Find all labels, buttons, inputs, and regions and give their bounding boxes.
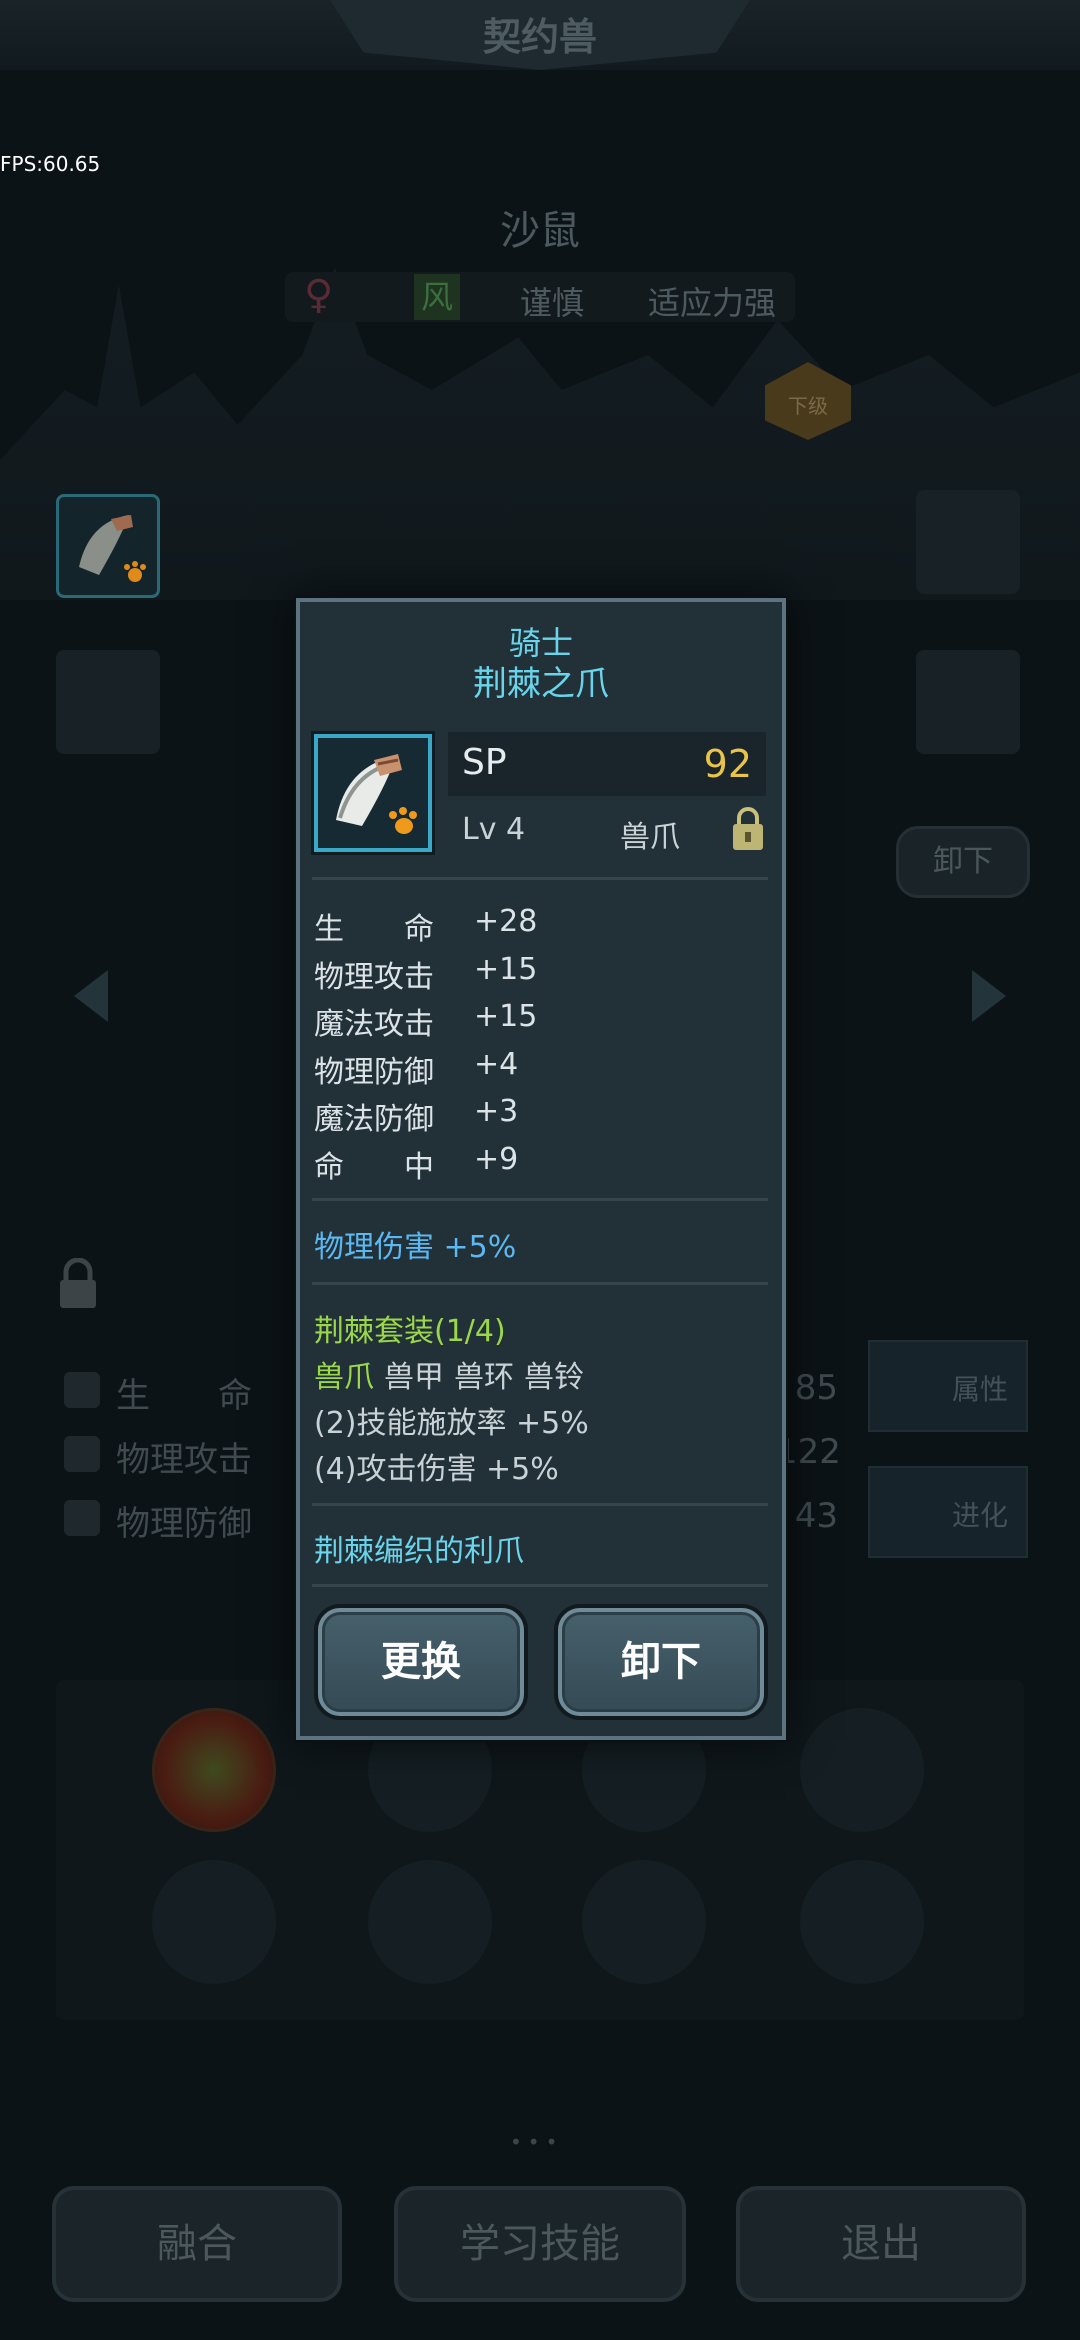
stat-value: +28 bbox=[474, 904, 538, 939]
exit-button[interactable]: 退出 bbox=[736, 2186, 1026, 2302]
attributes-label: 属性 bbox=[951, 1373, 1008, 1406]
stat-label: 物理防御 bbox=[116, 1504, 252, 1544]
defense-icon bbox=[64, 1500, 100, 1536]
divider bbox=[312, 1503, 768, 1506]
stat-label: 物理防御 bbox=[314, 1055, 434, 1090]
skill-slot-1[interactable] bbox=[152, 1708, 276, 1832]
lock-icon[interactable] bbox=[730, 804, 766, 852]
fuse-button[interactable]: 融合 bbox=[52, 2186, 342, 2302]
attributes-button[interactable]: 属性 bbox=[868, 1340, 1028, 1432]
set-piece: 兽铃 bbox=[524, 1360, 584, 1395]
stat-value: +4 bbox=[474, 1047, 519, 1082]
beast-name: 沙鼠 bbox=[500, 208, 580, 254]
page-title: 契约兽 bbox=[482, 15, 597, 59]
divider bbox=[312, 1198, 768, 1201]
evolve-button[interactable]: 进化 bbox=[868, 1466, 1028, 1558]
item-description: 荆棘编织的利爪 bbox=[314, 1534, 524, 1569]
skill-slot-5[interactable] bbox=[152, 1860, 276, 1984]
divider bbox=[312, 1584, 768, 1587]
skill-slot-8[interactable] bbox=[800, 1860, 924, 1984]
item-level: Lv 4 bbox=[462, 812, 526, 847]
set-effect: (2)技能施放率 +5% bbox=[314, 1406, 589, 1441]
divider bbox=[312, 877, 768, 880]
equip-slot-ring[interactable] bbox=[916, 490, 1020, 594]
female-icon: ♀ bbox=[304, 272, 334, 318]
equip-slot-armor[interactable] bbox=[56, 650, 160, 754]
divider bbox=[312, 1282, 768, 1285]
sp-label: SP bbox=[462, 742, 507, 783]
fps-counter: FPS:60.65 bbox=[0, 152, 101, 176]
set-title: 荆棘套装(1/4) bbox=[314, 1314, 506, 1349]
lock-icon bbox=[60, 1258, 96, 1308]
stat-label: 生 命 bbox=[116, 1376, 252, 1416]
stat-value: +15 bbox=[474, 952, 538, 987]
page-indicator: ••• bbox=[510, 2130, 564, 2154]
element-tag: 风 bbox=[414, 274, 460, 320]
skill-slot-7[interactable] bbox=[582, 1860, 706, 1984]
set-effect: (4)攻击伤害 +5% bbox=[314, 1452, 559, 1487]
replace-button[interactable]: 更换 bbox=[318, 1608, 524, 1716]
stat-label: 命 中 bbox=[314, 1150, 434, 1185]
item-name: 荆棘之爪 bbox=[473, 664, 609, 704]
stat-label: 物理攻击 bbox=[116, 1440, 252, 1480]
stat-label: 魔法攻击 bbox=[314, 1007, 434, 1042]
stat-value: +9 bbox=[474, 1142, 519, 1177]
sp-value: 92 bbox=[703, 742, 752, 786]
item-slot-type: 兽爪 bbox=[620, 820, 680, 855]
set-piece-owned: 兽爪 bbox=[314, 1360, 374, 1395]
beast-claw-icon bbox=[336, 754, 417, 834]
item-icon-frame bbox=[314, 734, 432, 852]
set-piece: 兽甲 bbox=[384, 1360, 444, 1395]
learn-skill-button[interactable]: 学习技能 bbox=[394, 2186, 686, 2302]
beast-claw-icon bbox=[79, 515, 146, 582]
unequip-all-button[interactable]: 卸下 bbox=[896, 826, 1030, 898]
stat-label: 物理攻击 bbox=[314, 960, 434, 995]
bonus-effect: 物理伤害 +5% bbox=[314, 1230, 517, 1265]
stat-label: 魔法防御 bbox=[314, 1102, 434, 1137]
trait-tag: 适应力强 bbox=[648, 284, 777, 322]
stat-value: +3 bbox=[474, 1094, 519, 1129]
hp-icon bbox=[64, 1372, 100, 1408]
equip-slot-bell[interactable] bbox=[916, 650, 1020, 754]
attack-icon bbox=[64, 1436, 100, 1472]
equip-slot-claw[interactable] bbox=[56, 494, 160, 598]
downgrade-badge-label: 下级 bbox=[788, 394, 828, 418]
skill-slot-6[interactable] bbox=[368, 1860, 492, 1984]
evolve-label: 进化 bbox=[951, 1499, 1008, 1532]
prev-beast-arrow-icon[interactable] bbox=[74, 970, 108, 1022]
unequip-button[interactable]: 卸下 bbox=[558, 1608, 764, 1716]
skill-slot-4[interactable] bbox=[800, 1708, 924, 1832]
next-beast-arrow-icon[interactable] bbox=[972, 970, 1006, 1022]
stat-label: 生 命 bbox=[314, 912, 434, 947]
set-piece: 兽环 bbox=[454, 1360, 514, 1395]
trait-tag: 谨慎 bbox=[520, 284, 585, 322]
stat-value: +15 bbox=[474, 999, 538, 1034]
